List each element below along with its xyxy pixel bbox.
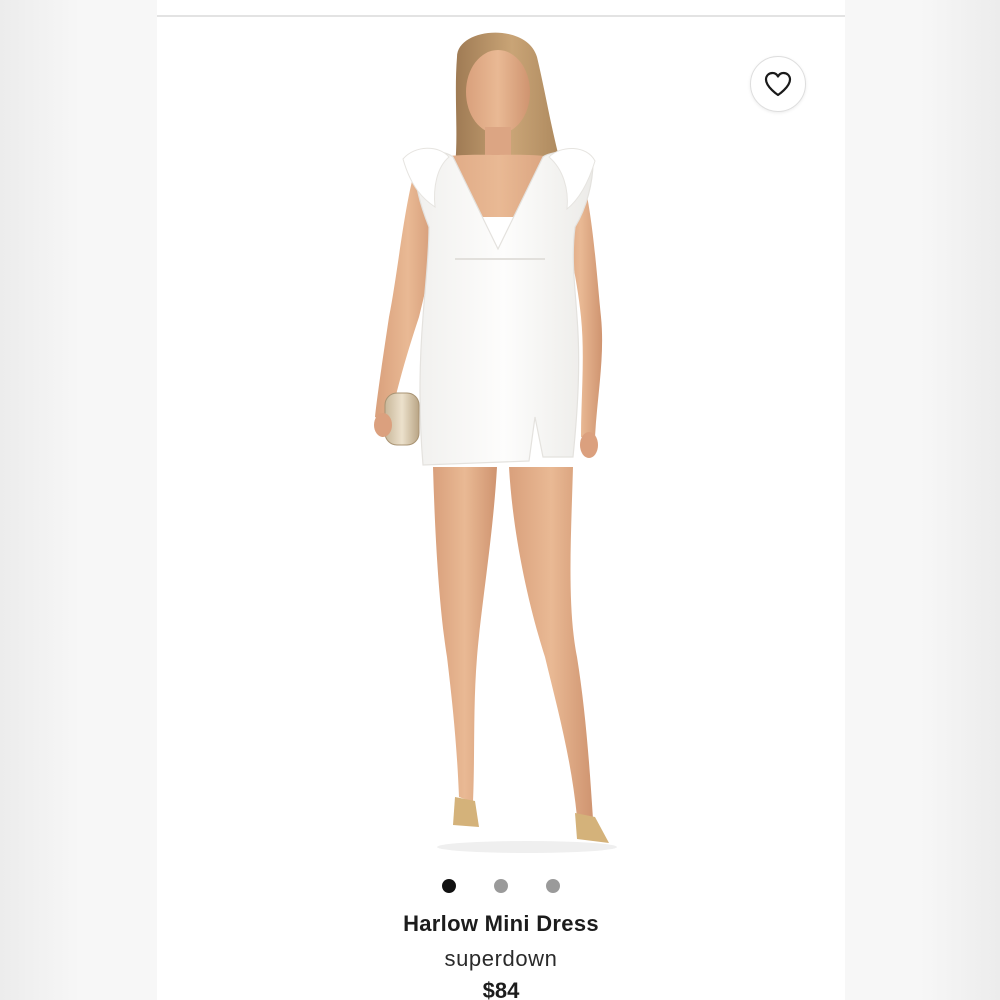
carousel-dot-3[interactable]	[546, 879, 560, 893]
image-carousel-dots	[157, 879, 845, 893]
model-left-shoe	[453, 797, 479, 827]
product-price: $84	[482, 978, 520, 1000]
product-card: Harlow Mini Dress superdown $84	[157, 0, 845, 1000]
product-image[interactable]	[157, 17, 845, 860]
product-brand[interactable]: superdown	[157, 946, 845, 972]
floor-shadow	[437, 841, 617, 853]
model-face	[466, 50, 530, 134]
favorite-button[interactable]	[750, 56, 806, 112]
carousel-dot-1[interactable]	[442, 879, 456, 893]
heart-outline-icon	[764, 71, 792, 97]
model-neck	[485, 127, 511, 155]
model-right-hand	[580, 432, 598, 458]
carousel-dot-2[interactable]	[494, 879, 508, 893]
model-left-leg	[433, 467, 497, 802]
model-right-shoe	[575, 813, 609, 843]
model-right-leg	[509, 467, 593, 819]
product-name[interactable]: Harlow Mini Dress	[157, 911, 845, 937]
model-left-hand	[374, 413, 392, 437]
